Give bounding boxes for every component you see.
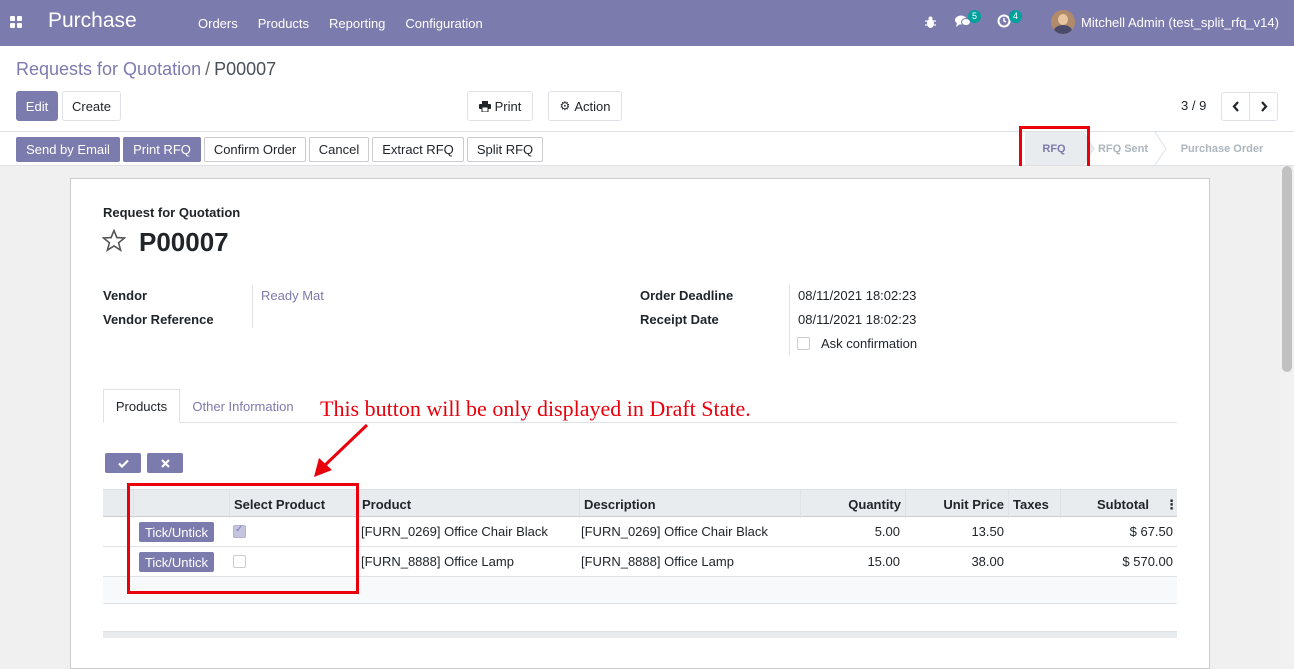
header-taxes[interactable]: Taxes: [1008, 490, 1060, 518]
apps-menu-icon[interactable]: [10, 16, 22, 28]
chevron-right-icon: [1260, 101, 1267, 112]
form-statusbar: Send by Email Print RFQ Confirm Order Ca…: [0, 131, 1294, 166]
chevron-left-icon: [1232, 101, 1239, 112]
ask-confirmation-label: Ask confirmation: [821, 336, 918, 351]
header-product[interactable]: Product: [357, 490, 579, 518]
menu-configuration[interactable]: Configuration: [395, 16, 492, 31]
menu-products[interactable]: Products: [248, 16, 319, 31]
annotation-arrow: [314, 423, 369, 477]
print-rfq-button[interactable]: Print RFQ: [123, 137, 201, 162]
print-button[interactable]: Print: [467, 91, 533, 121]
print-icon: [478, 100, 491, 112]
document-type-label: Request for Quotation: [103, 205, 241, 220]
check-icon: [117, 459, 129, 468]
cell-unit-price[interactable]: 38.00: [905, 547, 1008, 576]
header-description[interactable]: Description: [579, 490, 800, 518]
menu-reporting[interactable]: Reporting: [319, 16, 395, 31]
cell-description[interactable]: [FURN_0269] Office Chair Black: [577, 517, 800, 546]
order-deadline-field[interactable]: 08/11/2021 18:02:23: [798, 288, 916, 303]
tab-products[interactable]: Products: [103, 389, 180, 423]
header-quantity[interactable]: Quantity: [800, 490, 905, 518]
activities-button[interactable]: 4: [997, 10, 1023, 31]
receipt-date-field[interactable]: 08/11/2021 18:02:23: [798, 312, 916, 327]
gear-icon: ⚙: [559, 99, 571, 113]
action-label: Action: [574, 98, 611, 114]
stage-purchase-order[interactable]: Purchase Order: [1170, 132, 1274, 165]
cell-product[interactable]: [FURN_0269] Office Chair Black: [357, 517, 579, 546]
top-navbar: Purchase Orders Products Reporting Confi…: [0, 0, 1294, 46]
cell-subtotal: $ 570.00: [1122, 554, 1173, 569]
pager-next-button[interactable]: [1249, 92, 1278, 121]
pager-previous-button[interactable]: [1221, 92, 1250, 121]
breadcrumb-current: P00007: [214, 59, 277, 79]
vendor-label: Vendor: [103, 288, 148, 303]
send-by-email-button[interactable]: Send by Email: [16, 137, 120, 162]
table-footer: [103, 631, 1177, 638]
deselect-all-button[interactable]: [147, 453, 183, 473]
cell-taxes[interactable]: [1008, 517, 1060, 546]
breadcrumb-separator: /: [205, 59, 211, 79]
document-title: P00007: [139, 227, 229, 257]
vertical-scrollbar[interactable]: [1280, 166, 1294, 669]
cell-unit-price[interactable]: 13.50: [905, 517, 1008, 546]
split-rfq-button[interactable]: Split RFQ: [467, 137, 543, 162]
highlight-select-column: [127, 483, 359, 594]
column-options-icon[interactable]: ⋮: [1165, 497, 1178, 513]
main-menu: Orders Products Reporting Configuration: [188, 0, 493, 46]
field-divider: [789, 285, 790, 355]
cell-quantity[interactable]: 5.00: [800, 517, 904, 546]
annotation-text: This button will be only displayed in Dr…: [320, 396, 751, 421]
vendor-field[interactable]: Ready Mat: [261, 288, 324, 303]
extract-rfq-button[interactable]: Extract RFQ: [372, 137, 464, 162]
print-label: Print: [494, 98, 522, 114]
cell-taxes[interactable]: [1008, 547, 1060, 576]
cancel-button[interactable]: Cancel: [309, 137, 369, 162]
breadcrumb-parent[interactable]: Requests for Quotation: [16, 59, 201, 79]
star-icon[interactable]: [102, 229, 126, 252]
edit-button[interactable]: Edit: [16, 91, 58, 121]
messages-button[interactable]: 5: [955, 10, 982, 31]
menu-orders[interactable]: Orders: [188, 16, 248, 31]
header-subtotal[interactable]: Subtotal: [1060, 490, 1165, 518]
confirm-order-button[interactable]: Confirm Order: [204, 137, 306, 162]
tab-other-information[interactable]: Other Information: [184, 389, 302, 423]
close-icon: [160, 458, 170, 468]
order-deadline-label: Order Deadline: [640, 288, 734, 303]
user-menu[interactable]: Mitchell Admin (test_split_rfq_v14): [1081, 15, 1279, 30]
action-button[interactable]: ⚙ Action: [548, 91, 622, 121]
debug-bug-icon[interactable]: [924, 15, 937, 29]
activities-count-badge: 4: [1009, 10, 1023, 23]
user-avatar[interactable]: [1051, 10, 1075, 34]
pager-value[interactable]: 3 / 9: [1181, 98, 1206, 113]
app-name: Purchase: [48, 9, 137, 32]
ask-confirmation-checkbox[interactable]: [797, 337, 810, 350]
receipt-date-label: Receipt Date: [640, 312, 719, 327]
select-all-button[interactable]: [105, 453, 141, 473]
scrollbar-thumb[interactable]: [1282, 166, 1292, 372]
stage-rfq-sent[interactable]: RFQ Sent: [1095, 132, 1151, 165]
messages-count-badge: 5: [968, 10, 982, 23]
cell-product[interactable]: [FURN_8888] Office Lamp: [357, 547, 579, 576]
cell-quantity[interactable]: 15.00: [800, 547, 904, 576]
stage-arrow: [1155, 132, 1167, 165]
header-unit-price[interactable]: Unit Price: [905, 490, 1008, 518]
cell-subtotal: $ 67.50: [1129, 524, 1173, 539]
breadcrumb: Requests for Quotation / P00007: [16, 59, 276, 80]
vendor-reference-label: Vendor Reference: [103, 312, 214, 327]
cell-description[interactable]: [FURN_8888] Office Lamp: [577, 547, 800, 576]
create-button[interactable]: Create: [62, 91, 121, 121]
field-divider: [252, 285, 253, 328]
